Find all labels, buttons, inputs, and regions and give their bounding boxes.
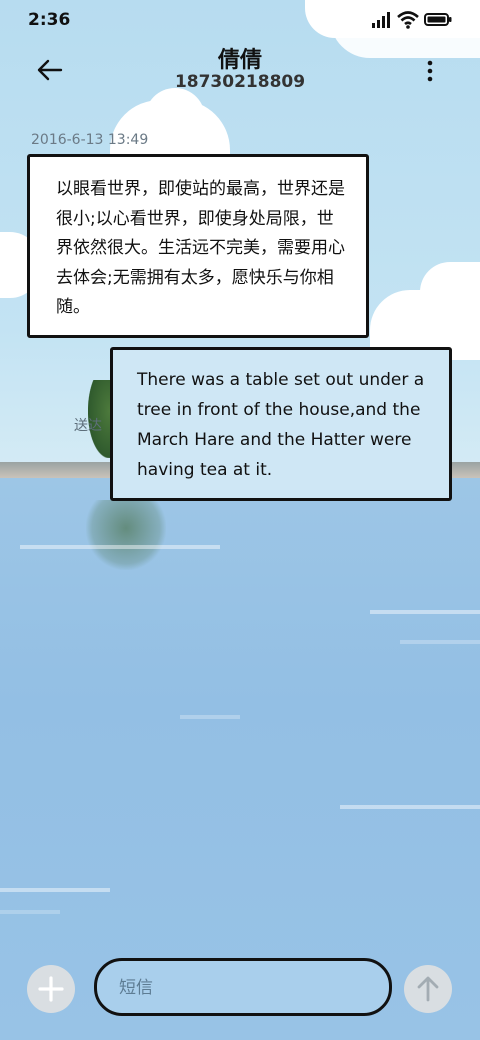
send-arrow-icon — [417, 976, 439, 1002]
phone-number: 18730218809 — [174, 72, 306, 92]
outgoing-message-bubble[interactable]: There was a table set out under a tree i… — [110, 347, 452, 501]
tree-reflection — [86, 500, 166, 570]
status-time: 2:36 — [28, 10, 71, 30]
message-input[interactable] — [117, 970, 371, 1006]
send-button[interactable] — [404, 965, 452, 1013]
wifi-icon — [397, 11, 419, 29]
water-streak — [0, 888, 110, 892]
message-text: There was a table set out under a tree i… — [137, 370, 425, 480]
water-streak — [400, 640, 480, 644]
contact-name: 倩倩 — [217, 48, 262, 73]
message-input-container — [94, 958, 392, 1016]
delivery-status: 送达 — [74, 418, 102, 434]
water-streak — [0, 910, 60, 914]
water-streak — [20, 545, 220, 549]
incoming-message-bubble[interactable]: 以眼看世界，即使站的最高，世界还是很小;以心看世界，即使身处局限，世界依然很大。… — [27, 154, 369, 338]
plus-icon — [38, 976, 64, 1002]
battery-icon — [424, 13, 452, 26]
conversation-header: 倩倩 18730218809 — [0, 40, 480, 100]
more-vertical-icon[interactable] — [422, 58, 438, 84]
add-attachment-button[interactable] — [27, 965, 75, 1013]
water-streak — [370, 610, 480, 614]
status-bar: 2:36 — [0, 0, 480, 40]
water-streak — [180, 715, 240, 719]
water-streak — [340, 805, 480, 809]
message-timestamp: 2016-6-13 13:49 — [31, 132, 149, 148]
message-text: 以眼看世界，即使站的最高，世界还是很小;以心看世界，即使身处局限，世界依然很大。… — [56, 179, 345, 317]
message-composer — [0, 955, 480, 1025]
signal-icon — [372, 12, 390, 28]
